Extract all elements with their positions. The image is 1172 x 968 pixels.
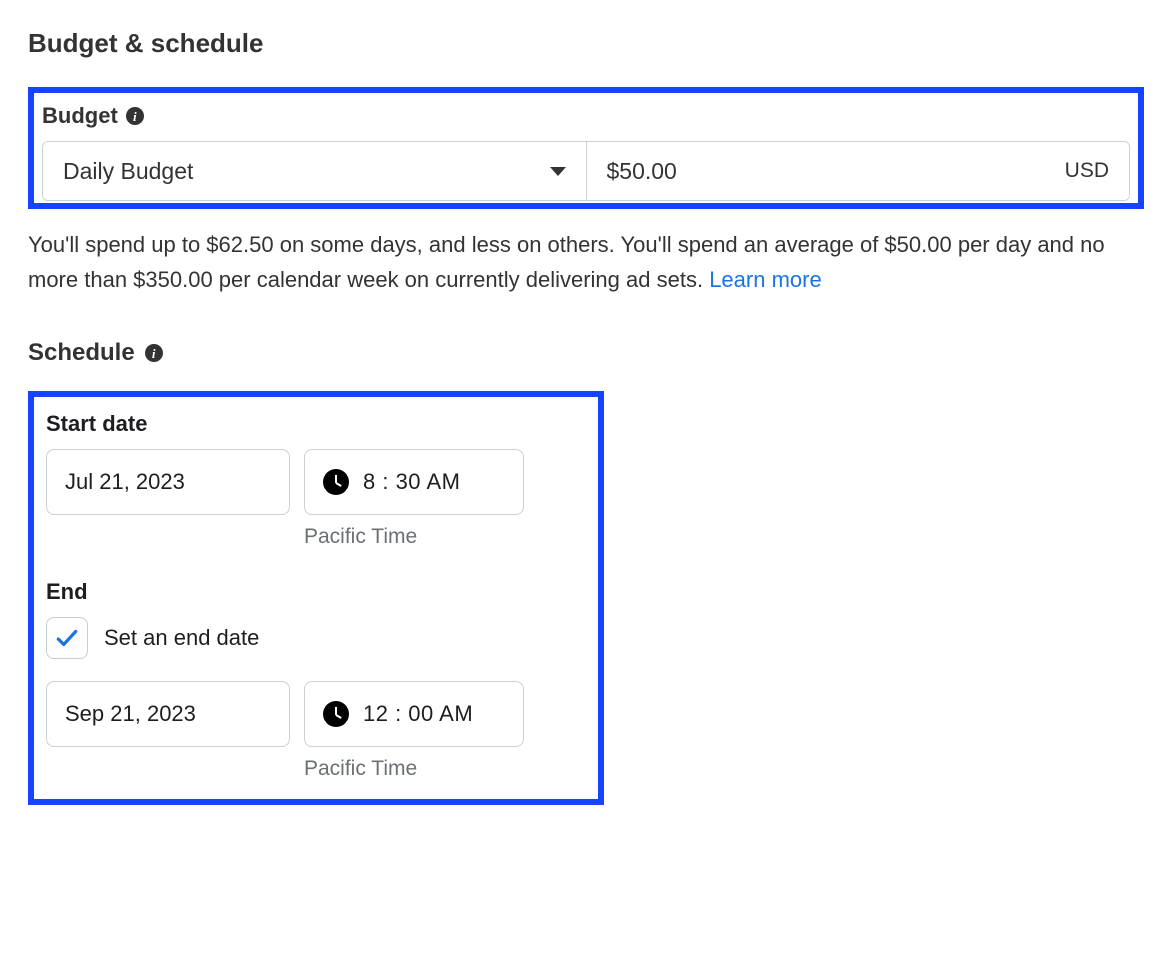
budget-helper-text: You'll spend up to $62.50 on some days, … [28,227,1144,297]
start-timezone: Pacific Time [304,525,586,549]
budget-amount-input[interactable]: $50.00 USD [587,142,1130,200]
start-time-value: 8 : 30 AM [363,469,460,495]
start-date-value: Jul 21, 2023 [65,469,185,495]
end-datetime-row: Sep 21, 2023 12 : 00 AM [46,681,586,747]
end-date-input[interactable]: Sep 21, 2023 [46,681,290,747]
start-date-label: Start date [46,411,586,437]
budget-type-select[interactable]: Daily Budget [43,142,587,200]
budget-currency: USD [1065,159,1109,183]
end-time-input[interactable]: 12 : 00 AM [304,681,524,747]
schedule-heading-row: Schedule i [28,339,1144,367]
end-label: End [46,579,586,605]
info-icon[interactable]: i [126,107,144,125]
clock-icon [323,469,349,495]
set-end-date-checkbox[interactable] [46,617,88,659]
end-block: End Set an end date Sep 21, 2023 12 : 00… [46,579,586,781]
section-title: Budget & schedule [28,28,1144,59]
budget-input-row: Daily Budget $50.00 USD [42,141,1130,201]
learn-more-link[interactable]: Learn more [709,267,822,292]
schedule-section-highlight: Start date Jul 21, 2023 8 : 30 AM Pacifi… [28,391,604,805]
end-timezone: Pacific Time [304,757,586,781]
start-datetime-row: Jul 21, 2023 8 : 30 AM [46,449,586,515]
end-date-value: Sep 21, 2023 [65,701,196,727]
set-end-date-label: Set an end date [104,625,259,651]
schedule-label: Schedule [28,339,135,367]
end-time-value: 12 : 00 AM [363,701,473,727]
budget-label-row: Budget i [42,103,1130,129]
budget-amount-value: $50.00 [607,158,677,185]
budget-label: Budget [42,103,118,129]
clock-icon [323,701,349,727]
start-date-input[interactable]: Jul 21, 2023 [46,449,290,515]
info-icon[interactable]: i [145,344,163,362]
budget-type-value: Daily Budget [63,158,193,185]
budget-helper-body: You'll spend up to $62.50 on some days, … [28,232,1105,292]
set-end-date-row: Set an end date [46,617,586,659]
start-time-input[interactable]: 8 : 30 AM [304,449,524,515]
check-icon [54,625,80,651]
budget-section-highlight: Budget i Daily Budget $50.00 USD [28,87,1144,209]
chevron-down-icon [550,167,566,176]
